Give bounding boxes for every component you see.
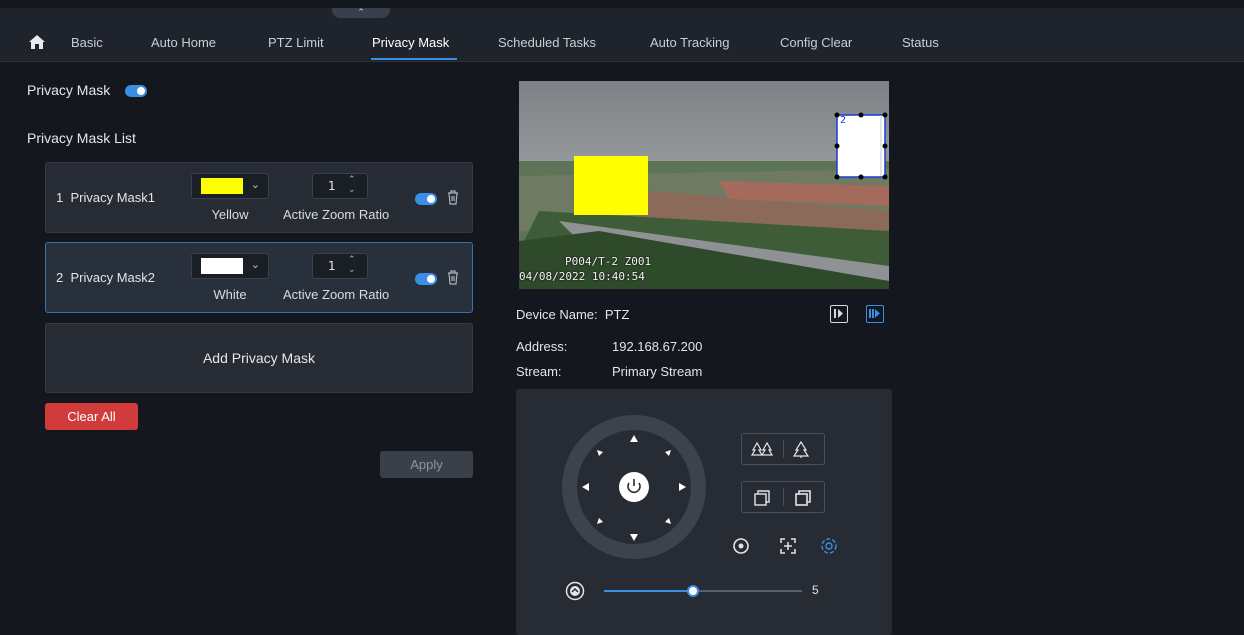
speed-icon xyxy=(565,581,585,601)
clear-all-button[interactable]: Clear All xyxy=(45,403,138,430)
address-value: 192.168.67.200 xyxy=(612,339,703,354)
apply-button[interactable]: Apply xyxy=(380,451,473,478)
privacy-mask-label: Privacy Mask xyxy=(27,82,111,98)
chevron-down-icon: ⌄ xyxy=(250,258,260,271)
divider xyxy=(783,488,784,506)
tab-ptz-limit[interactable]: PTZ Limit xyxy=(268,35,324,50)
zoom-ratio-stepper[interactable]: 1 ⌃ ⌄ xyxy=(312,173,368,199)
zoom-ratio-value: 1 xyxy=(328,179,336,193)
zoom-ratio-stepper[interactable]: 1 ⌃ ⌄ xyxy=(312,253,368,279)
mask-color-label: White xyxy=(213,287,247,302)
speed-slider-fill xyxy=(604,590,694,592)
color-swatch xyxy=(201,178,243,194)
collapse-nav-button[interactable]: ⌃ xyxy=(332,8,390,18)
tab-scheduled-tasks[interactable]: Scheduled Tasks xyxy=(498,35,596,50)
mask-region-label: 2 xyxy=(840,115,847,126)
tab-basic[interactable]: Basic xyxy=(71,35,103,50)
zoom-ratio-label: Active Zoom Ratio xyxy=(283,287,390,302)
address-label: Address: xyxy=(516,339,568,354)
active-tab-indicator xyxy=(371,58,457,60)
osd-camera-text: P004/T-2 Z001 xyxy=(565,255,652,268)
stream-value: Primary Stream xyxy=(612,364,703,379)
add-privacy-mask-button[interactable]: Add Privacy Mask xyxy=(45,323,473,393)
zoom-ratio-label: Active Zoom Ratio xyxy=(283,207,390,222)
focus-near-icon[interactable] xyxy=(793,441,809,459)
play-icon[interactable] xyxy=(830,305,848,323)
mask-color-select[interactable]: ⌄ xyxy=(191,253,269,279)
tab-auto-tracking[interactable]: Auto Tracking xyxy=(650,35,730,50)
chevron-down-icon: ⌄ xyxy=(250,178,260,191)
top-nav: Basic Auto Home PTZ Limit Privacy Mask S… xyxy=(0,8,1244,62)
mask-color-label: Yellow xyxy=(211,207,249,222)
zoom-group xyxy=(741,481,825,513)
privacy-mask-list-title: Privacy Mask List xyxy=(27,130,136,146)
video-preview[interactable]: 2 P004/T-2 Z001 04/08/2022 10:40:54 xyxy=(519,81,889,289)
device-name-label: Device Name: PTZ xyxy=(516,307,630,322)
trash-icon[interactable] xyxy=(446,269,460,285)
speed-value: 5 xyxy=(812,583,819,597)
ptz-direction-pad[interactable] xyxy=(562,415,706,559)
focus-group xyxy=(741,433,825,465)
mask-row-2[interactable]: 2 Privacy Mask2 ⌄ White 1 ⌃ ⌄ Active Zoom… xyxy=(45,242,473,313)
mask-enable-toggle[interactable] xyxy=(415,193,437,205)
color-swatch xyxy=(201,258,243,274)
fast-play-icon[interactable] xyxy=(866,305,884,323)
stepper-arrows-icon[interactable]: ⌃ ⌄ xyxy=(348,255,356,275)
mask-color-select[interactable]: ⌄ xyxy=(191,173,269,199)
stream-label: Stream: xyxy=(516,364,562,379)
tab-privacy-mask[interactable]: Privacy Mask xyxy=(372,35,449,50)
chevron-up-icon: ⌃ xyxy=(357,8,365,18)
focus-far-icon[interactable] xyxy=(751,441,773,459)
mask-enable-toggle[interactable] xyxy=(415,273,437,285)
home-icon[interactable] xyxy=(28,34,46,50)
tab-status[interactable]: Status xyxy=(902,35,939,50)
stepper-arrows-icon[interactable]: ⌃ ⌄ xyxy=(348,175,356,195)
divider xyxy=(783,440,784,458)
auto-scan-icon[interactable] xyxy=(820,537,838,555)
zoom-ratio-value: 1 xyxy=(328,259,336,273)
zoom-in-icon[interactable] xyxy=(794,489,812,507)
mask-name: 1 Privacy Mask1 xyxy=(56,190,155,205)
tab-auto-home[interactable]: Auto Home xyxy=(151,35,216,50)
ptz-reset-button xyxy=(619,472,649,502)
zoom-out-icon[interactable] xyxy=(753,489,771,507)
tab-config-clear[interactable]: Config Clear xyxy=(780,35,852,50)
mask-name: 2 Privacy Mask2 xyxy=(56,270,155,285)
osd-timestamp: 04/08/2022 10:40:54 xyxy=(519,270,645,283)
privacy-mask-toggle[interactable] xyxy=(125,85,147,97)
mask-row-1[interactable]: 1 Privacy Mask1 ⌄ Yellow 1 ⌃ ⌄ Active Zoo… xyxy=(45,162,473,233)
area-zoom-icon[interactable] xyxy=(779,537,797,555)
trash-icon[interactable] xyxy=(446,189,460,205)
speed-slider-handle[interactable] xyxy=(687,585,700,597)
iris-icon[interactable] xyxy=(732,537,750,555)
